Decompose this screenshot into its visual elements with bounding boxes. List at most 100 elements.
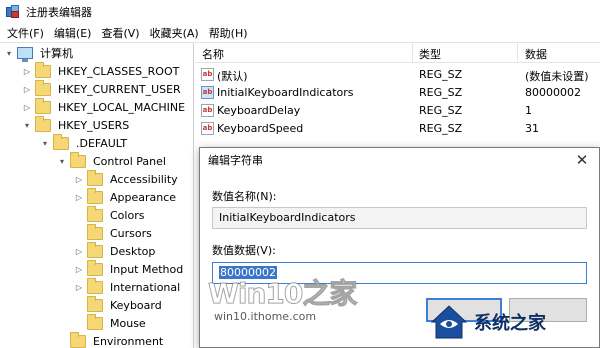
tree-item-hkcr[interactable]: ▷ HKEY_CLASSES_ROOT (22, 61, 181, 80)
tree-item-label: Accessibility (110, 172, 178, 186)
tree-item-hku[interactable]: ▾ HKEY_USERS (22, 115, 131, 134)
tree-item-mouse[interactable]: Mouse (74, 313, 148, 332)
folder-icon (53, 133, 69, 150)
folder-icon (87, 169, 103, 186)
xitong-logo-icon (428, 302, 470, 342)
menu-edit[interactable]: 编辑(E) (49, 25, 97, 41)
value-data: 80000002 (525, 86, 581, 99)
list-row[interactable]: ab KeyboardDelay REG_SZ 1 (195, 102, 600, 120)
regedit-icon (6, 5, 20, 19)
value-name-label: 数值名称(N): (212, 190, 277, 203)
close-icon[interactable]: ✕ (569, 150, 595, 170)
ab-string-icon: ab (201, 104, 214, 117)
folder-icon (35, 115, 51, 132)
tree-item-environment[interactable]: Environment (57, 331, 165, 348)
expand-arrow-icon[interactable]: ▷ (22, 67, 32, 76)
expand-arrow-icon[interactable]: ▷ (74, 175, 84, 184)
menu-bar: 文件(F) 编辑(E) 查看(V) 收藏夹(A) 帮助(H) (0, 24, 600, 42)
value-type: REG_SZ (419, 68, 463, 81)
folder-icon (70, 151, 86, 168)
folder-icon (87, 277, 103, 294)
xitong-watermark: 系统之家 (428, 298, 600, 346)
tree-item-label: Input Method (110, 262, 184, 276)
tree-item-label: HKEY_CURRENT_USER (58, 82, 181, 96)
menu-help[interactable]: 帮助(H) (204, 25, 253, 41)
column-name[interactable]: 名称 (202, 46, 224, 62)
tree-item-appearance[interactable]: ▷ Appearance (74, 187, 178, 206)
tree-item-colors[interactable]: Colors (74, 205, 146, 224)
value-name: InitialKeyboardIndicators (217, 86, 354, 99)
ab-string-icon: ab (201, 86, 214, 99)
folder-icon (35, 61, 51, 78)
menu-view[interactable]: 查看(V) (96, 25, 144, 41)
value-type: REG_SZ (419, 104, 463, 117)
tree-item-computer[interactable]: ▾ 计算机 (4, 44, 75, 62)
title-bar: 注册表编辑器 (0, 0, 600, 24)
expand-arrow-icon[interactable]: ▷ (74, 193, 84, 202)
folder-icon (87, 313, 103, 330)
tree-item-control-panel[interactable]: ▾ Control Panel (57, 151, 168, 170)
column-type[interactable]: 类型 (419, 46, 441, 62)
collapse-arrow-icon[interactable]: ▾ (4, 49, 14, 58)
tree-item-label: Keyboard (108, 298, 164, 312)
expand-arrow-icon[interactable]: ▷ (74, 283, 84, 292)
tree-item-label: Appearance (110, 190, 177, 204)
tree-item-label: HKEY_CLASSES_ROOT (58, 64, 180, 78)
expand-arrow-icon[interactable]: ▷ (22, 85, 32, 94)
win10-watermark: Win10之家 win10.ithome.com (207, 272, 378, 332)
tree-item-keyboard[interactable]: Keyboard (74, 295, 164, 314)
ab-string-icon: ab (201, 122, 214, 135)
menu-favorites[interactable]: 收藏夹(A) (145, 25, 204, 41)
value-name: (默认) (217, 70, 248, 83)
folder-icon (35, 79, 51, 96)
value-name-field: InitialKeyboardIndicators (212, 207, 587, 229)
tree-item-label: HKEY_USERS (58, 118, 130, 132)
folder-icon (35, 97, 51, 114)
tree-item-label: Colors (110, 208, 145, 222)
value-data-label: 数值数据(V): (212, 244, 276, 257)
menu-file[interactable]: 文件(F) (2, 25, 49, 41)
registry-tree[interactable]: ▾ 计算机 ▷ HKEY_CLASSES_ROOT ▷ HKEY_CURRENT… (0, 42, 194, 348)
dialog-title-bar[interactable]: 编辑字符串 ✕ (200, 148, 599, 172)
collapse-arrow-icon[interactable]: ▾ (57, 157, 67, 166)
tree-item-label: Cursors (110, 226, 152, 240)
folder-icon (87, 241, 103, 258)
folder-icon (70, 331, 86, 348)
value-name: KeyboardDelay (217, 104, 301, 117)
folder-icon (87, 223, 103, 240)
folder-icon (87, 259, 103, 276)
value-data: 31 (525, 122, 539, 135)
collapse-arrow-icon[interactable]: ▾ (40, 139, 50, 148)
value-type: REG_SZ (419, 86, 463, 99)
tree-item-accessibility[interactable]: ▷ Accessibility (74, 169, 180, 188)
tree-item-label: Mouse (110, 316, 146, 330)
list-row[interactable]: ab InitialKeyboardIndicators REG_SZ 8000… (195, 84, 600, 102)
folder-icon (87, 295, 103, 312)
expand-arrow-icon[interactable]: ▷ (74, 265, 84, 274)
tree-item-international[interactable]: ▷ International (74, 277, 182, 296)
folder-icon (87, 187, 103, 204)
expand-arrow-icon[interactable]: ▷ (74, 247, 84, 256)
computer-icon (17, 47, 33, 62)
value-data: 1 (525, 104, 532, 117)
value-name-text: InitialKeyboardIndicators (219, 211, 356, 224)
tree-item-input-method[interactable]: ▷ Input Method (74, 259, 185, 278)
ab-string-icon: ab (201, 68, 214, 81)
collapse-arrow-icon[interactable]: ▾ (22, 121, 32, 130)
folder-icon (87, 205, 103, 222)
tree-item-label: HKEY_LOCAL_MACHINE (58, 100, 186, 114)
value-name: KeyboardSpeed (217, 122, 304, 135)
tree-item-label: .DEFAULT (76, 136, 128, 150)
list-header: 名称 类型 数据 (195, 43, 600, 63)
tree-item-cursors[interactable]: Cursors (74, 223, 154, 242)
list-row[interactable]: ab (默认) REG_SZ (数值未设置) (195, 66, 600, 84)
tree-item-hkcu[interactable]: ▷ HKEY_CURRENT_USER (22, 79, 183, 98)
list-row[interactable]: ab KeyboardSpeed REG_SZ 31 (195, 120, 600, 138)
column-data[interactable]: 数据 (525, 46, 547, 62)
xitong-brand-text: 系统之家 (474, 313, 546, 334)
tree-item-default[interactable]: ▾ .DEFAULT (40, 133, 129, 152)
tree-item-desktop[interactable]: ▷ Desktop (74, 241, 157, 260)
expand-arrow-icon[interactable]: ▷ (22, 103, 32, 112)
win10-url-text: win10.ithome.com (214, 310, 317, 323)
tree-item-hklm[interactable]: ▷ HKEY_LOCAL_MACHINE (22, 97, 187, 116)
